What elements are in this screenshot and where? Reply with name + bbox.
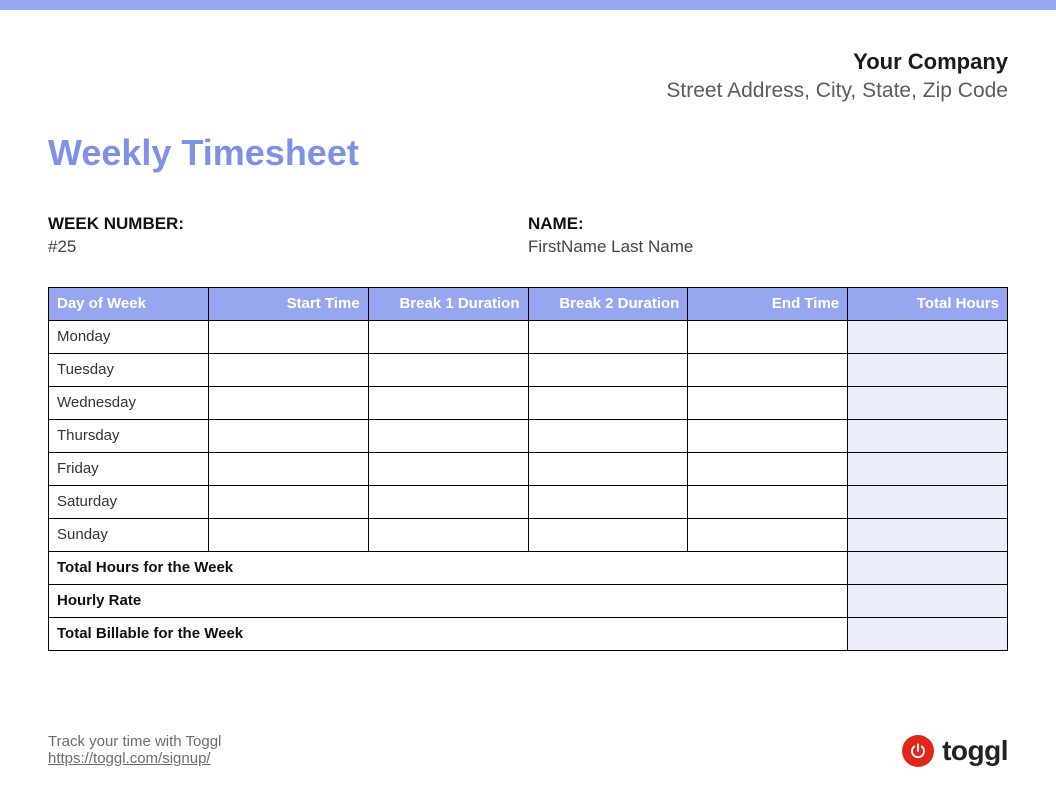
day-name: Friday [49,452,209,485]
total-hours-cell [848,485,1008,518]
break2-cell[interactable] [528,518,688,551]
page-content: Your Company Street Address, City, State… [0,10,1056,733]
day-name: Sunday [49,518,209,551]
page-title: Weekly Timesheet [48,132,1008,174]
footer: Track your time with Toggl https://toggl… [0,733,1056,795]
name-block: NAME: FirstName Last Name [528,214,1008,257]
summary-value[interactable] [848,584,1008,617]
toggl-logo: toggl [902,735,1008,767]
day-name: Thursday [49,419,209,452]
company-address: Street Address, City, State, Zip Code [48,77,1008,104]
break1-cell[interactable] [368,320,528,353]
table-row: Tuesday [49,353,1008,386]
table-row: Saturday [49,485,1008,518]
end-time-cell[interactable] [688,518,848,551]
footer-tagline: Track your time with Toggl [48,733,221,750]
summary-value[interactable] [848,551,1008,584]
break2-cell[interactable] [528,386,688,419]
end-time-cell[interactable] [688,419,848,452]
break2-cell[interactable] [528,452,688,485]
total-hours-cell [848,518,1008,551]
th-break2: Break 2 Duration [528,287,688,320]
start-time-cell[interactable] [208,353,368,386]
th-start-time: Start Time [208,287,368,320]
company-block: Your Company Street Address, City, State… [48,48,1008,104]
break1-cell[interactable] [368,386,528,419]
start-time-cell[interactable] [208,386,368,419]
summary-value[interactable] [848,617,1008,650]
hourly-rate-row: Hourly Rate [49,584,1008,617]
week-number-value: #25 [48,237,528,257]
footer-left: Track your time with Toggl https://toggl… [48,733,221,767]
total-hours-row: Total Hours for the Week [49,551,1008,584]
summary-label: Total Hours for the Week [49,551,848,584]
th-end-time: End Time [688,287,848,320]
summary-label: Hourly Rate [49,584,848,617]
end-time-cell[interactable] [688,320,848,353]
table-row: Wednesday [49,386,1008,419]
start-time-cell[interactable] [208,320,368,353]
start-time-cell[interactable] [208,518,368,551]
th-break1: Break 1 Duration [368,287,528,320]
total-hours-cell [848,320,1008,353]
break1-cell[interactable] [368,452,528,485]
break1-cell[interactable] [368,353,528,386]
day-name: Saturday [49,485,209,518]
start-time-cell[interactable] [208,452,368,485]
power-icon [902,735,934,767]
break1-cell[interactable] [368,518,528,551]
break2-cell[interactable] [528,419,688,452]
week-number-label: WEEK NUMBER: [48,214,528,234]
table-row: Monday [49,320,1008,353]
summary-label: Total Billable for the Week [49,617,848,650]
total-hours-cell [848,419,1008,452]
break2-cell[interactable] [528,320,688,353]
break2-cell[interactable] [528,485,688,518]
break1-cell[interactable] [368,485,528,518]
table-row: Thursday [49,419,1008,452]
break1-cell[interactable] [368,419,528,452]
total-hours-cell [848,353,1008,386]
end-time-cell[interactable] [688,485,848,518]
table-row: Sunday [49,518,1008,551]
start-time-cell[interactable] [208,485,368,518]
top-accent-bar [0,0,1056,10]
meta-row: WEEK NUMBER: #25 NAME: FirstName Last Na… [48,214,1008,257]
total-billable-row: Total Billable for the Week [49,617,1008,650]
end-time-cell[interactable] [688,353,848,386]
day-name: Wednesday [49,386,209,419]
company-name: Your Company [48,48,1008,77]
total-hours-cell [848,452,1008,485]
week-number-block: WEEK NUMBER: #25 [48,214,528,257]
break2-cell[interactable] [528,353,688,386]
total-hours-cell [848,386,1008,419]
th-total-hours: Total Hours [848,287,1008,320]
name-value: FirstName Last Name [528,237,1008,257]
end-time-cell[interactable] [688,386,848,419]
table-row: Friday [49,452,1008,485]
signup-link[interactable]: https://toggl.com/signup/ [48,750,211,767]
day-name: Tuesday [49,353,209,386]
start-time-cell[interactable] [208,419,368,452]
end-time-cell[interactable] [688,452,848,485]
logo-text: toggl [942,735,1008,767]
timesheet-table: Day of Week Start Time Break 1 Duration … [48,287,1008,651]
day-name: Monday [49,320,209,353]
name-label: NAME: [528,214,1008,234]
th-day: Day of Week [49,287,209,320]
